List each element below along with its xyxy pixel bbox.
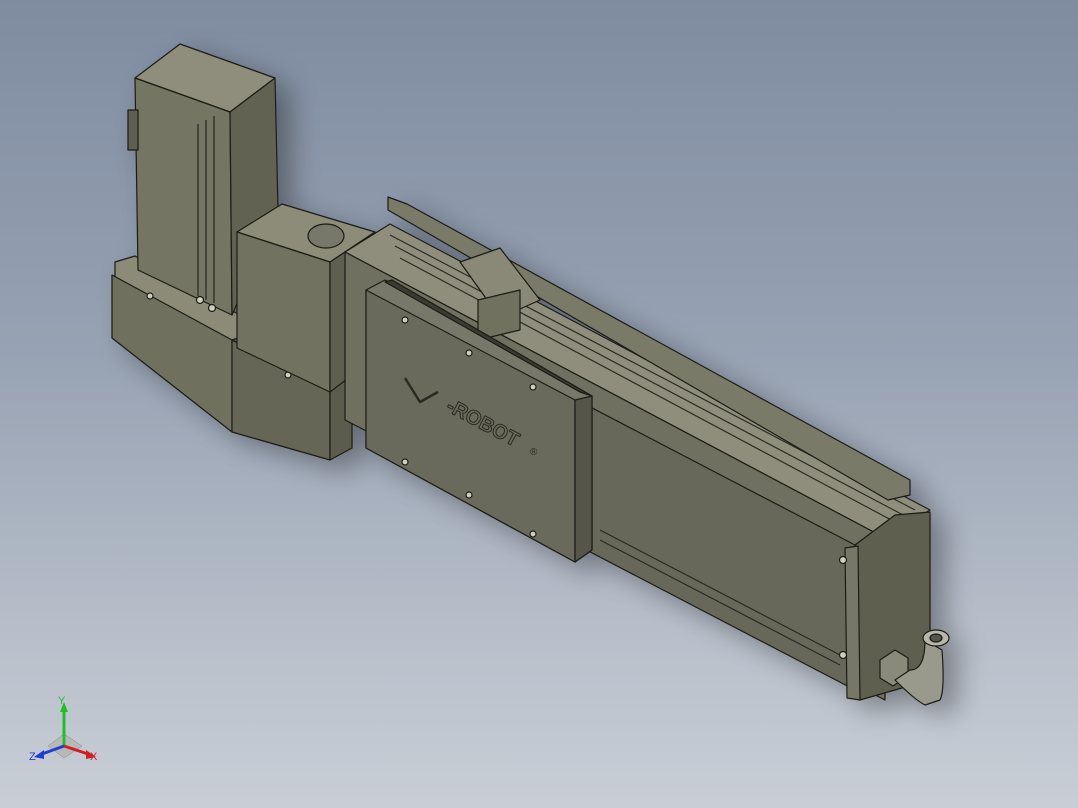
coordinate-triad: Y X Z xyxy=(26,690,106,770)
cad-viewport[interactable]: -ROBOT ® Y X Z xyxy=(0,0,1078,808)
x-axis-label: X xyxy=(90,751,98,763)
y-axis-label: Y xyxy=(58,695,66,707)
linear-actuator-model[interactable]: -ROBOT ® xyxy=(0,0,1078,808)
z-axis-label: Z xyxy=(29,751,36,763)
actuator-assembly: -ROBOT ® xyxy=(111,43,950,706)
robot-logo-registered: ® xyxy=(530,447,538,458)
